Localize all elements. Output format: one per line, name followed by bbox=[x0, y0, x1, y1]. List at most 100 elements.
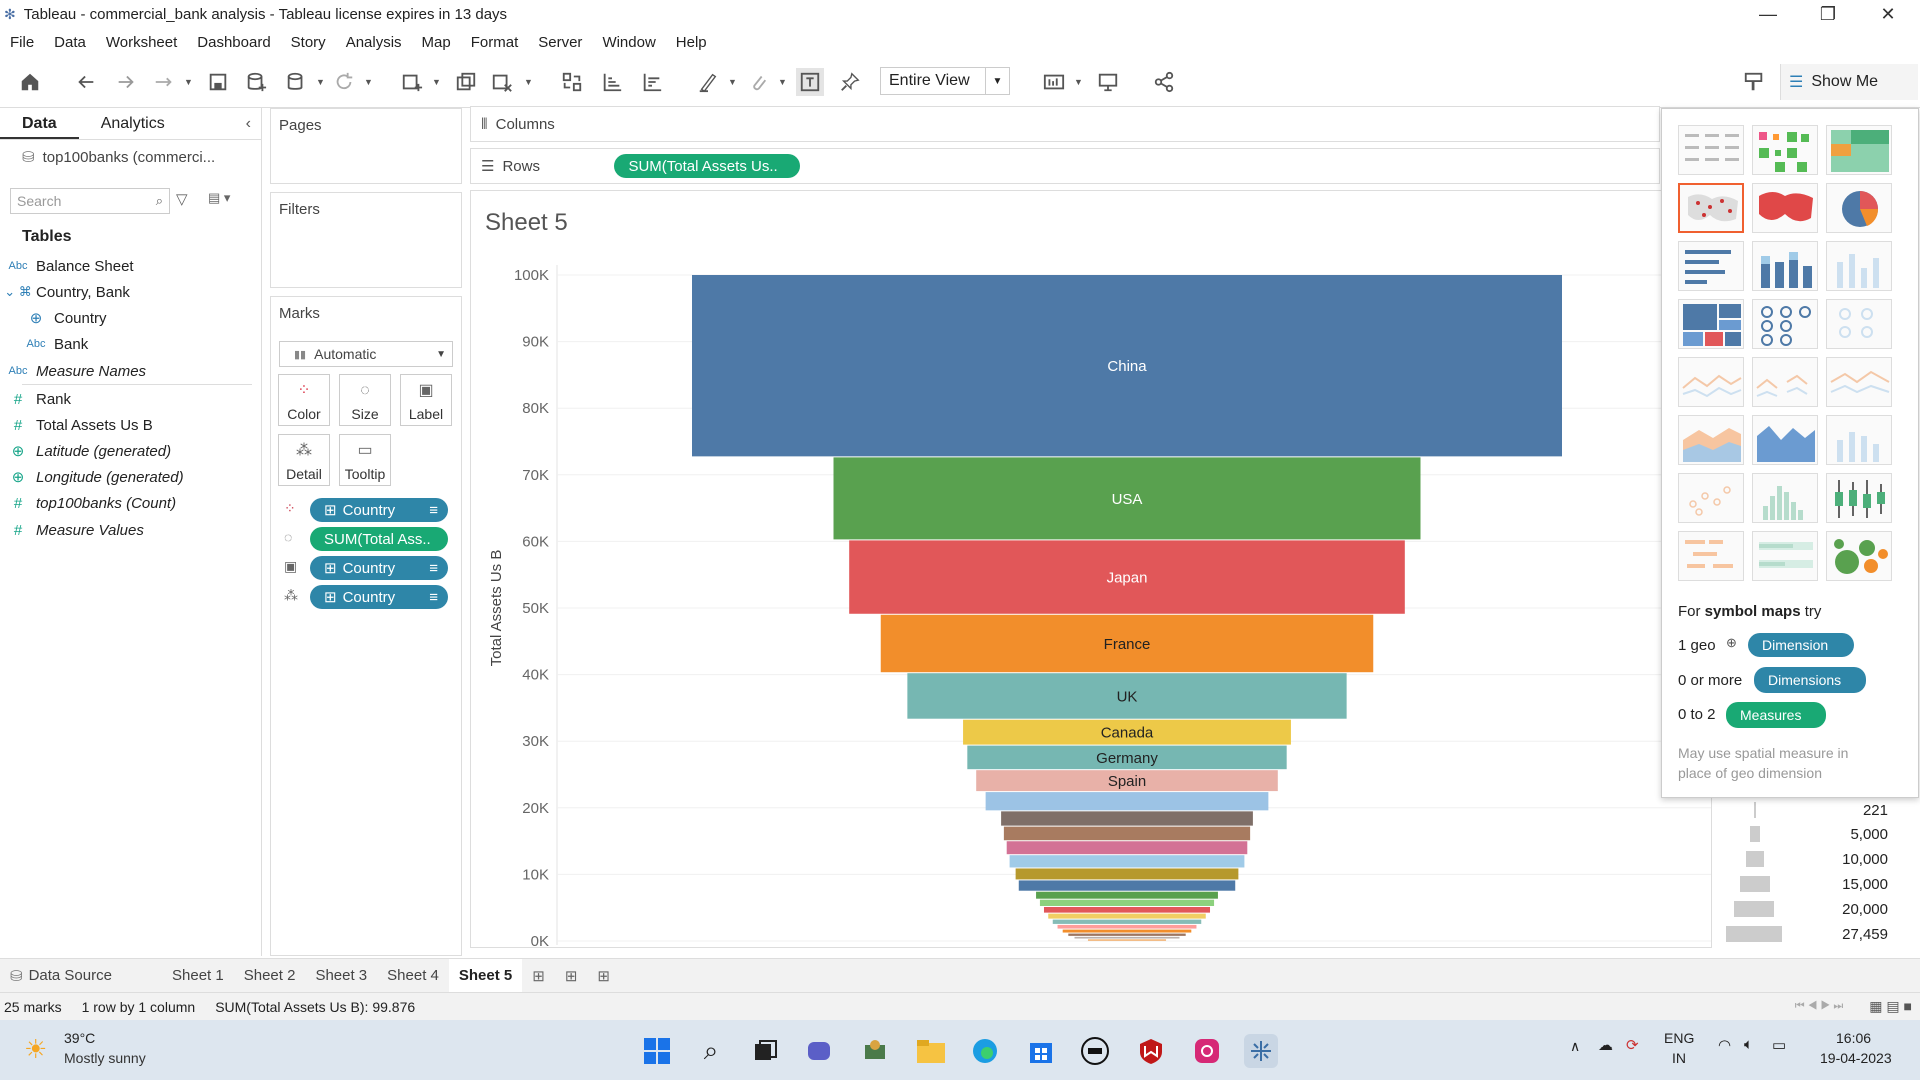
menu-worksheet[interactable]: Worksheet bbox=[96, 34, 187, 51]
chevron-down-icon[interactable]: ▼ bbox=[316, 68, 326, 96]
menu-dashboard[interactable]: Dashboard bbox=[187, 34, 280, 51]
page-nav-icon[interactable]: ⏮ ◀ ▶ ⏭ bbox=[1795, 1000, 1844, 1013]
menu-window[interactable]: Window bbox=[592, 34, 665, 51]
sync-icon[interactable]: ⟳ bbox=[1626, 1036, 1639, 1054]
share-icon[interactable] bbox=[1150, 68, 1178, 96]
lang-code[interactable]: ENG bbox=[1664, 1030, 1694, 1046]
group-members-icon[interactable] bbox=[744, 68, 772, 96]
funnel-segment[interactable] bbox=[1057, 924, 1197, 929]
home-icon[interactable] bbox=[16, 68, 44, 96]
battery-icon[interactable]: ▭ bbox=[1772, 1036, 1786, 1054]
menu-story[interactable]: Story bbox=[281, 34, 336, 51]
field-total-assets[interactable]: # Total Assets Us B bbox=[0, 413, 153, 437]
side-by-side-bars-thumb[interactable] bbox=[1826, 241, 1892, 291]
view-options-icon[interactable]: ▤ ▾ bbox=[208, 190, 230, 206]
teams-chat-icon[interactable] bbox=[802, 1034, 836, 1068]
duplicate-sheet-icon[interactable] bbox=[452, 68, 480, 96]
funnel-segment[interactable] bbox=[1052, 919, 1202, 924]
pin-icon[interactable] bbox=[836, 68, 864, 96]
task-view-icon[interactable] bbox=[748, 1034, 782, 1068]
sort-descending-icon[interactable] bbox=[638, 68, 666, 96]
area-discrete-thumb[interactable] bbox=[1752, 415, 1818, 465]
funnel-segment[interactable] bbox=[1006, 841, 1248, 855]
dual-lines-thumb[interactable] bbox=[1826, 357, 1892, 407]
new-dashboard-icon[interactable]: ⊞ bbox=[555, 959, 588, 993]
tab-sheet-4[interactable]: Sheet 4 bbox=[377, 959, 449, 993]
clock-date[interactable]: 19-04-2023 bbox=[1820, 1050, 1892, 1066]
tray-chevron-icon[interactable]: ∧ bbox=[1570, 1038, 1580, 1055]
menu-help[interactable]: Help bbox=[666, 34, 717, 51]
circle-views-thumb[interactable] bbox=[1752, 299, 1818, 349]
horizontal-bars-thumb[interactable] bbox=[1678, 241, 1744, 291]
scatter-plot-thumb[interactable] bbox=[1678, 473, 1744, 523]
pause-updates-icon[interactable] bbox=[282, 68, 310, 96]
color-button[interactable]: ⁘ Color bbox=[278, 374, 330, 426]
field-measure-values[interactable]: # Measure Values bbox=[0, 518, 144, 542]
menu-server[interactable]: Server bbox=[528, 34, 592, 51]
tab-sheet-5[interactable]: Sheet 5 bbox=[448, 958, 523, 993]
funnel-segment[interactable] bbox=[1048, 913, 1206, 919]
chevron-down-icon[interactable]: ▼ bbox=[184, 68, 194, 96]
funnel-segment[interactable] bbox=[1036, 891, 1218, 899]
packed-bubbles-thumb[interactable] bbox=[1826, 531, 1892, 581]
windows-start-icon[interactable] bbox=[640, 1034, 674, 1068]
view-toggle-icon[interactable]: ▦ ▤ ■ bbox=[1869, 998, 1912, 1015]
field-latitude[interactable]: ⊕ Latitude (generated) bbox=[0, 439, 171, 463]
box-whisker-thumb[interactable] bbox=[1826, 473, 1892, 523]
chevron-down-icon[interactable]: ▼ bbox=[432, 68, 442, 96]
search-icon[interactable]: ⌕ bbox=[694, 1034, 728, 1068]
clear-sheet-icon[interactable] bbox=[488, 68, 516, 96]
datasource-item[interactable]: ⛁ top100banks (commerci... bbox=[22, 148, 215, 167]
cloud-icon[interactable]: ☁ bbox=[1598, 1036, 1613, 1054]
menu-map[interactable]: Map bbox=[412, 34, 461, 51]
filled-map-thumb[interactable] bbox=[1752, 183, 1818, 233]
weather-icon[interactable]: ☀ bbox=[24, 1034, 47, 1065]
app-icon[interactable] bbox=[858, 1034, 892, 1068]
minimize-button[interactable]: — bbox=[1740, 0, 1796, 28]
rows-shelf[interactable]: ☰ Rows SUM(Total Assets Us.. bbox=[470, 148, 1660, 184]
new-worksheet-icon[interactable] bbox=[398, 68, 426, 96]
filters-shelf[interactable]: Filters bbox=[270, 192, 462, 288]
marks-pill-label-country[interactable]: ⊞ Country ≡ bbox=[310, 556, 448, 580]
funnel-segment[interactable] bbox=[1039, 899, 1215, 906]
tab-data[interactable]: Data bbox=[0, 108, 79, 139]
heat-map-thumb[interactable] bbox=[1752, 125, 1818, 175]
funnel-segment[interactable] bbox=[1068, 933, 1186, 936]
lines-continuous-thumb[interactable] bbox=[1678, 357, 1744, 407]
field-country-bank[interactable]: ⌄ ⌘ Country, Bank bbox=[0, 280, 130, 304]
presentation-mode-icon[interactable] bbox=[1094, 68, 1122, 96]
lang-region[interactable]: IN bbox=[1672, 1050, 1686, 1066]
tab-analytics[interactable]: Analytics bbox=[79, 108, 187, 139]
highlight-table-thumb[interactable] bbox=[1826, 125, 1892, 175]
text-table-thumb[interactable] bbox=[1678, 125, 1744, 175]
funnel-segment[interactable] bbox=[1018, 880, 1236, 891]
funnel-segment[interactable] bbox=[1074, 936, 1180, 939]
field-measure-names[interactable]: Abc Measure Names bbox=[0, 359, 147, 383]
funnel-segment[interactable] bbox=[1062, 929, 1192, 933]
tab-sheet-3[interactable]: Sheet 3 bbox=[305, 959, 377, 993]
format-painter-icon[interactable] bbox=[1740, 68, 1768, 96]
clock-time[interactable]: 16:06 bbox=[1836, 1030, 1871, 1046]
pie-chart-thumb[interactable] bbox=[1826, 183, 1892, 233]
treemap-thumb[interactable] bbox=[1678, 299, 1744, 349]
close-button[interactable]: ✕ bbox=[1860, 0, 1916, 28]
dell-icon[interactable] bbox=[1078, 1034, 1112, 1068]
filter-icon[interactable]: ▽ bbox=[176, 190, 188, 208]
menu-file[interactable]: File bbox=[0, 34, 44, 51]
side-by-side-circles-thumb[interactable] bbox=[1826, 299, 1892, 349]
maximize-button[interactable]: ❐ bbox=[1800, 0, 1856, 28]
funnel-segment[interactable] bbox=[1015, 868, 1239, 880]
field-bank[interactable]: Abc Bank bbox=[18, 332, 89, 356]
show-me-button[interactable]: ☰ Show Me bbox=[1780, 64, 1918, 100]
columns-shelf[interactable]: ⦀ Columns bbox=[470, 106, 1660, 142]
bullet-graph-thumb[interactable] bbox=[1752, 531, 1818, 581]
lines-discrete-thumb[interactable] bbox=[1752, 357, 1818, 407]
field-balance-sheet[interactable]: Abc Balance Sheet bbox=[0, 254, 134, 278]
funnel-segment[interactable] bbox=[1003, 826, 1251, 841]
field-longitude[interactable]: ⊕ Longitude (generated) bbox=[0, 465, 184, 489]
redo-icon[interactable] bbox=[112, 68, 140, 96]
ms-store-icon[interactable] bbox=[1024, 1034, 1058, 1068]
sort-ascending-icon[interactable] bbox=[598, 68, 626, 96]
swap-icon[interactable] bbox=[558, 68, 586, 96]
tab-data-source[interactable]: ⛁ Data Source bbox=[0, 959, 162, 993]
